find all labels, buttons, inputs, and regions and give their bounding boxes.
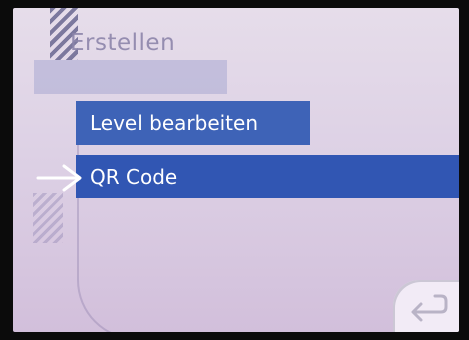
device-bezel: Erstellen Level bearbeiten QR Code (0, 0, 469, 340)
side-stripe-decoration (33, 193, 63, 243)
menu-item-qr-code[interactable]: QR Code (76, 155, 459, 198)
return-arrow-icon (411, 294, 448, 322)
menu-title: Erstellen (70, 30, 176, 56)
menu-item-label: Level bearbeiten (90, 111, 259, 135)
back-button[interactable] (393, 280, 459, 332)
menu-item-label: QR Code (90, 164, 178, 189)
device-screen: Erstellen Level bearbeiten QR Code (13, 8, 459, 332)
menu-item-level-bearbeiten[interactable]: Level bearbeiten (76, 101, 310, 145)
title-highlight-bar (34, 60, 227, 94)
arrow-right-icon (36, 164, 82, 192)
